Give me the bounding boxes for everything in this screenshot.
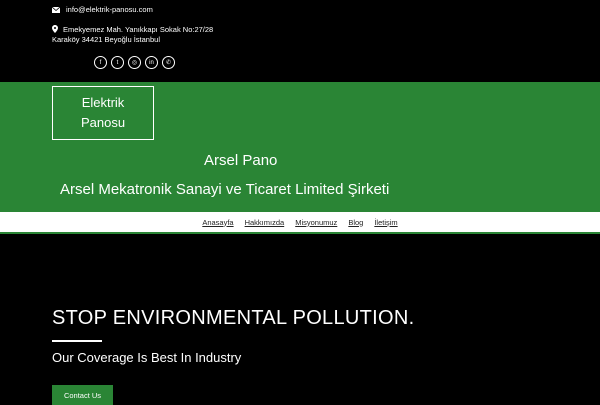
hero-subtitle: Our Coverage Is Best In Industry: [52, 350, 242, 365]
twitter-icon[interactable]: t: [111, 56, 124, 69]
main-navigation: Anasayfa Hakkımızda Misyonumuz Blog İlet…: [0, 210, 600, 234]
nav-item-misyonumuz[interactable]: Misyonumuz: [295, 218, 337, 227]
logo-line-2: Panosu: [80, 115, 126, 130]
address-line-2: Karaköy 34421 Beyoğlu İstanbul: [52, 35, 160, 44]
email-link[interactable]: info@elektrik-panosu.com: [66, 5, 153, 14]
address-line-1: Emekyemez Mah. Yanıkkapı Sokak No:27/28: [63, 25, 214, 34]
linkedin-icon[interactable]: in: [145, 56, 158, 69]
social-links: f t ◎ in ✆: [94, 56, 175, 69]
top-bar: info@elektrik-panosu.com Emekyemez Mah. …: [0, 0, 600, 82]
envelope-icon: [52, 6, 60, 13]
nav-item-iletisim[interactable]: İletişim: [374, 218, 397, 227]
site-logo[interactable]: Elektrik Panosu: [52, 86, 154, 140]
instagram-icon[interactable]: ◎: [128, 56, 141, 69]
email-row[interactable]: info@elektrik-panosu.com: [52, 5, 153, 14]
contact-us-button[interactable]: Contact Us: [52, 385, 113, 405]
whatsapp-icon[interactable]: ✆: [162, 56, 175, 69]
site-description: Arsel Mekatronik Sanayi ve Ticaret Limit…: [60, 181, 390, 198]
hero-section: STOP ENVIRONMENTAL POLLUTION. Our Covera…: [0, 234, 600, 405]
hero-divider: [52, 340, 102, 342]
facebook-icon[interactable]: f: [94, 56, 107, 69]
map-pin-icon: [52, 25, 58, 33]
nav-item-anasayfa[interactable]: Anasayfa: [202, 218, 233, 227]
address: Emekyemez Mah. Yanıkkapı Sokak No:27/28 …: [52, 25, 222, 45]
nav-item-hakkimizda[interactable]: Hakkımızda: [245, 218, 285, 227]
site-header: Elektrik Panosu Arsel Pano Arsel Mekatro…: [0, 82, 600, 210]
hero-title: STOP ENVIRONMENTAL POLLUTION.: [52, 307, 415, 329]
site-title[interactable]: Arsel Pano: [204, 152, 277, 169]
nav-item-blog[interactable]: Blog: [348, 218, 363, 227]
logo-line-1: Elektrik: [81, 95, 125, 110]
